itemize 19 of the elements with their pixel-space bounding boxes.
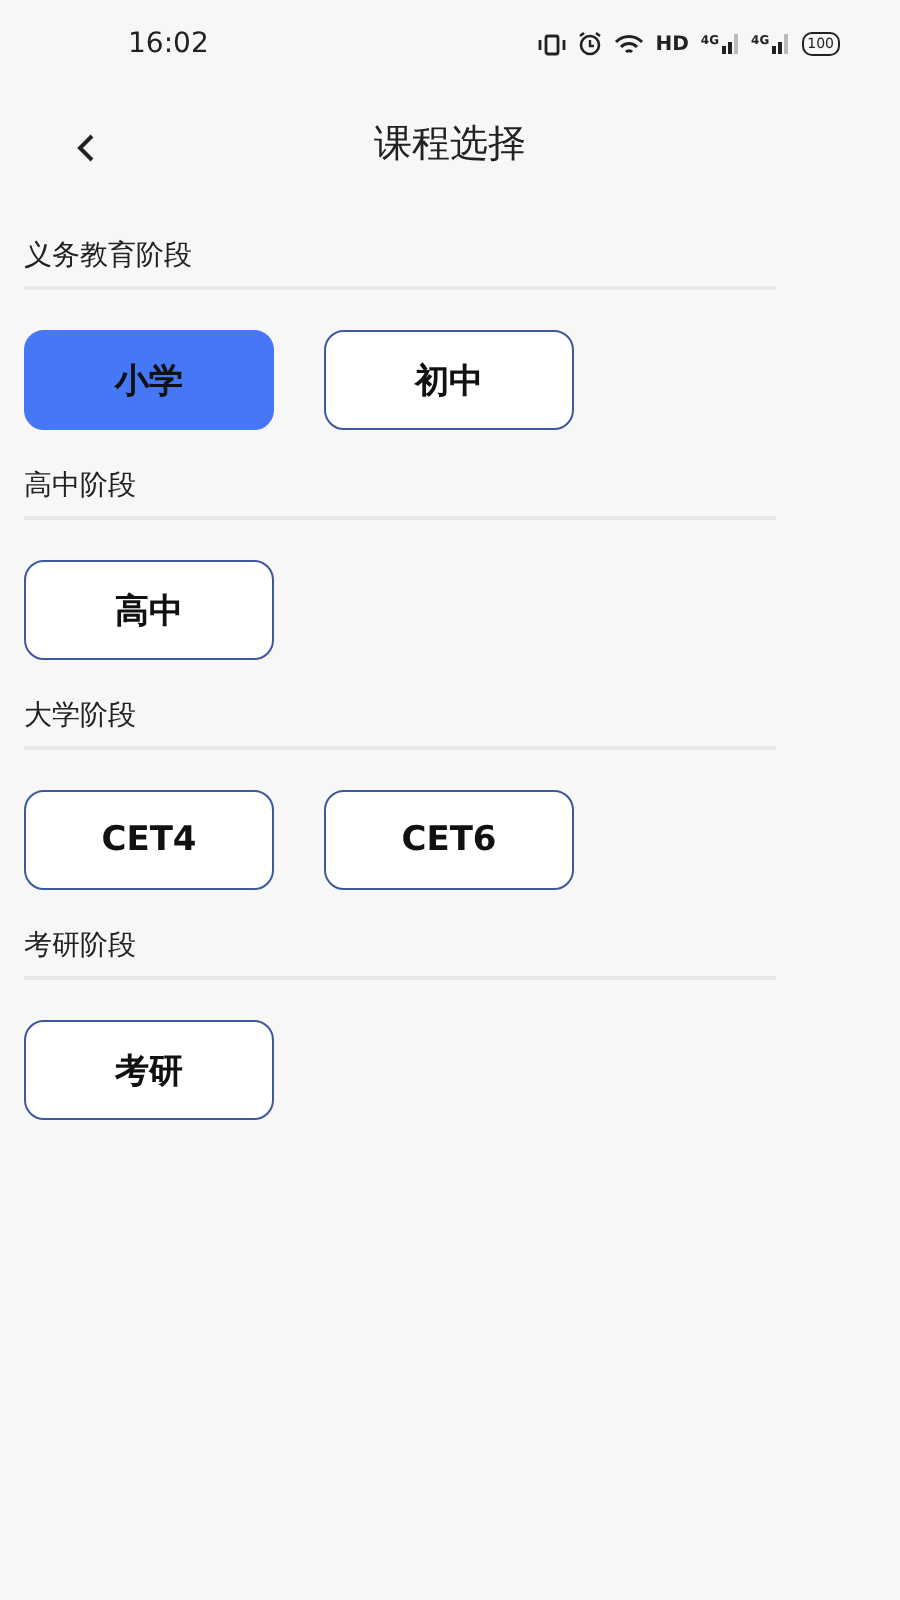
course-option[interactable]: 考研 (24, 1020, 274, 1120)
signal-icon (721, 34, 740, 54)
section-title: 大学阶段 (24, 698, 776, 750)
course-option[interactable]: 小学 (24, 330, 274, 430)
signal-icon (771, 34, 790, 54)
section-title: 考研阶段 (24, 928, 776, 980)
alarm-icon (577, 32, 602, 56)
page-title: 课程选择 (374, 120, 526, 170)
course-option[interactable]: 高中 (24, 560, 274, 660)
section-title: 义务教育阶段 (24, 238, 776, 290)
back-icon (76, 132, 96, 164)
course-option[interactable]: 初中 (324, 330, 574, 430)
vibrate-icon (537, 33, 566, 55)
status-time: 16:02 (128, 28, 209, 60)
hd-label: HD (655, 33, 689, 55)
course-option[interactable]: CET6 (324, 790, 574, 890)
course-option[interactable]: CET4 (24, 790, 274, 890)
wifi-icon (613, 33, 644, 55)
section-title: 高中阶段 (24, 468, 776, 520)
